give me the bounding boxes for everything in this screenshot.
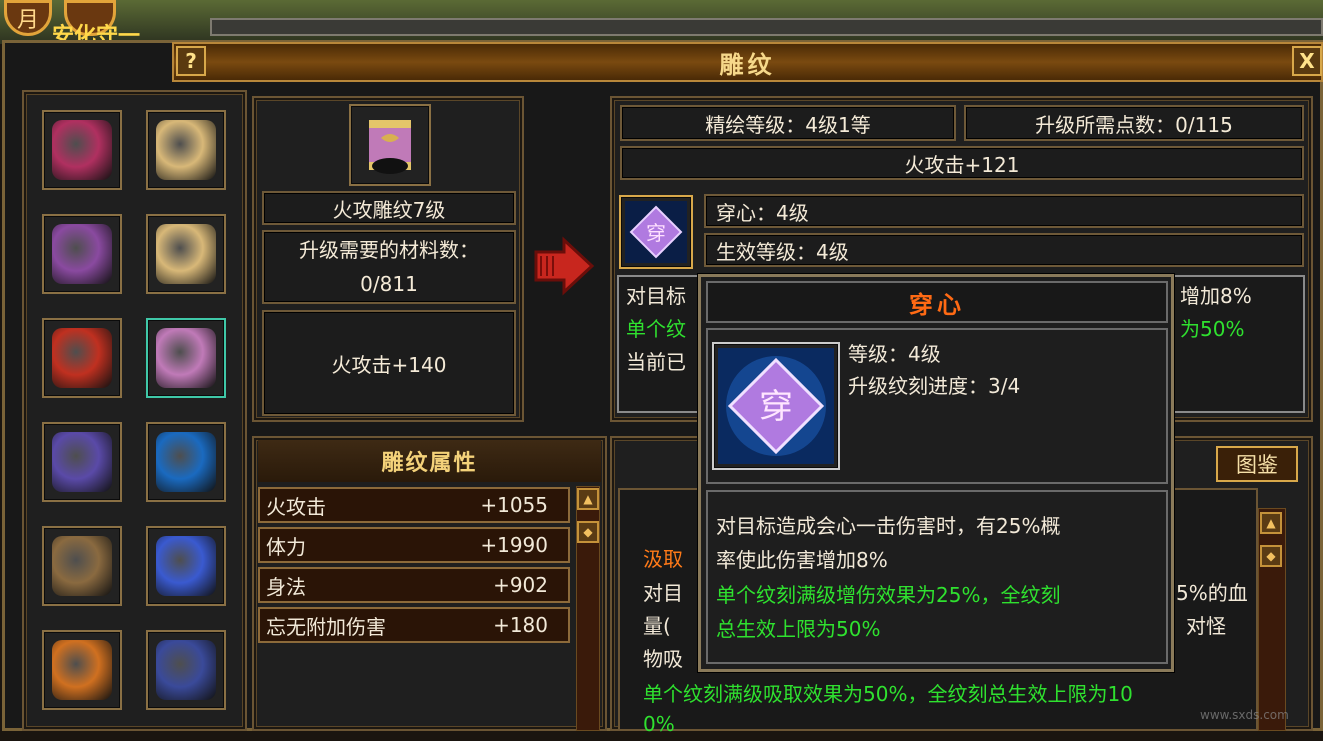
attribute-value: +180 <box>493 613 548 637</box>
slot-belt[interactable] <box>42 526 122 606</box>
tooltip-gem-slot: 穿 <box>712 342 840 470</box>
attribute-value: +902 <box>493 573 548 597</box>
absorb-scroll-up[interactable]: ▲ <box>1260 512 1282 534</box>
refine-level: 精绘等级：4级1等 <box>620 105 956 141</box>
gem-desc-line1-left: 对目标 <box>626 284 686 308</box>
refine-bonus: 火攻击+121 <box>620 146 1304 180</box>
attribute-row: 忘无附加伤害 +180 <box>258 607 570 643</box>
talisman-icon <box>52 328 112 388</box>
gem-name: 穿心：4级 <box>716 200 809 225</box>
bracer-icon <box>369 120 411 174</box>
hud-bar <box>210 18 1323 36</box>
amulet-icon <box>52 432 112 492</box>
material-box: 升级需要的材料数： 0/811 <box>262 230 516 304</box>
slot-weapon[interactable] <box>42 630 122 710</box>
close-button[interactable]: X <box>1292 46 1322 76</box>
boots-icon <box>156 640 216 700</box>
attribute-row: 身法 +902 <box>258 567 570 603</box>
absorb-line1-right: 5%的血 <box>1176 581 1248 605</box>
attributes-header: 雕纹属性 <box>258 440 601 482</box>
gem-desc-line2-right: 为50% <box>1180 317 1245 341</box>
armor-icon <box>52 224 112 284</box>
attribute-row: 火攻击 +1055 <box>258 487 570 523</box>
current-effect-box: 火攻击+140 <box>262 310 516 416</box>
tooltip-progress: 升级纹刻进度：3/4 <box>848 374 1021 398</box>
title-bar[interactable]: 雕纹 <box>172 42 1323 82</box>
tooltip-title-bar: 穿心 <box>706 281 1168 323</box>
absorb-line1-left: 对目 <box>643 581 683 605</box>
piercing-gem-icon: 穿 <box>625 201 687 263</box>
absorb-line2-right: 对怪 <box>1186 614 1226 638</box>
svg-text:穿: 穿 <box>646 221 666 245</box>
attributes-scroll-up[interactable]: ▲ <box>577 488 599 510</box>
slot-armor[interactable] <box>42 214 122 294</box>
tooltip-desc2: 率使此伤害增加8% <box>716 548 888 572</box>
slot-bracer[interactable] <box>146 318 226 398</box>
slot-talisman[interactable] <box>42 318 122 398</box>
absorb-green-line2: 0% <box>643 712 675 736</box>
calendar-glyph: 月 <box>16 8 39 33</box>
tooltip-gem-glyph: 穿 <box>759 387 793 427</box>
ring-2-icon <box>156 224 216 284</box>
ring-1-icon <box>156 120 216 180</box>
belt-icon <box>52 536 112 596</box>
piercing-gem-large-icon: 穿 <box>718 348 834 464</box>
slot-ring-2[interactable] <box>146 214 226 294</box>
attribute-name: 体力 <box>266 534 306 559</box>
slot-wings[interactable] <box>42 110 122 190</box>
tooltip-desc1: 对目标造成会心一击伤害时，有25%概 <box>716 514 1061 538</box>
absorb-title: 汲取 <box>643 547 683 571</box>
refine-points: 升级所需点数：0/115 <box>964 105 1304 141</box>
gem-desc-line2-left: 单个纹 <box>626 317 686 341</box>
help-button[interactable]: ? <box>176 46 206 76</box>
catalog-button-label: 图鉴 <box>1236 453 1278 477</box>
catalog-button[interactable]: 图鉴 <box>1216 446 1298 482</box>
gloves-icon <box>156 536 216 596</box>
gem-name-box: 穿心：4级 <box>704 194 1304 228</box>
watermark: www.sxds.com <box>1200 708 1289 722</box>
attributes-scroll-thumb[interactable]: ◆ <box>577 521 599 543</box>
tooltip-level: 等级：4级 <box>848 342 941 366</box>
attribute-row: 体力 +1990 <box>258 527 570 563</box>
engraving-name: 火攻雕纹7级 <box>262 191 516 225</box>
slot-ring-1[interactable] <box>146 110 226 190</box>
slot-amulet[interactable] <box>42 422 122 502</box>
weapon-icon <box>52 640 112 700</box>
slot-boots[interactable] <box>146 630 226 710</box>
material-value: 0/811 <box>360 272 418 296</box>
absorb-line2-left: 量( <box>643 614 671 638</box>
gem-desc-line1-right: 增加8% <box>1180 284 1252 308</box>
absorb-scroll-thumb[interactable]: ◆ <box>1260 545 1282 567</box>
tooltip-green1: 单个纹刻满级增伤效果为25%，全纹刻 <box>716 583 1061 607</box>
upgrade-arrow-icon <box>534 236 595 296</box>
close-icon: X <box>1299 49 1315 73</box>
attribute-value: +1055 <box>480 493 548 517</box>
absorb-scrollbar[interactable] <box>1258 508 1286 731</box>
gem-effect-level-box: 生效等级：4级 <box>704 233 1304 267</box>
absorb-green-line: 单个纹刻满级吸取效果为50%，全纹刻总生效上限为10 <box>643 682 1133 706</box>
tooltip-title: 穿心 <box>909 290 965 319</box>
bracer-icon <box>156 328 216 388</box>
window-title: 雕纹 <box>719 50 776 79</box>
tooltip-green2: 总生效上限为50% <box>716 617 881 641</box>
attribute-name: 身法 <box>266 574 306 599</box>
gem-desc-line3-left: 当前已 <box>626 350 686 374</box>
gem-slot[interactable]: 穿 <box>619 195 693 269</box>
current-effect: 火攻击+140 <box>331 352 447 377</box>
attribute-name: 火攻击 <box>266 494 326 519</box>
material-label: 升级需要的材料数： <box>299 238 479 262</box>
attribute-name: 忘无附加伤害 <box>266 614 386 639</box>
gem-effect-level: 生效等级：4级 <box>716 239 849 264</box>
slot-needle[interactable] <box>146 422 226 502</box>
help-icon: ? <box>185 49 197 73</box>
needle-icon <box>156 432 216 492</box>
engraving-item-slot[interactable] <box>349 104 431 186</box>
attributes-title: 雕纹属性 <box>381 451 478 476</box>
wings-icon <box>52 120 112 180</box>
slot-gloves[interactable] <box>146 526 226 606</box>
absorb-line3-left: 物吸 <box>643 647 683 671</box>
attribute-value: +1990 <box>480 533 548 557</box>
